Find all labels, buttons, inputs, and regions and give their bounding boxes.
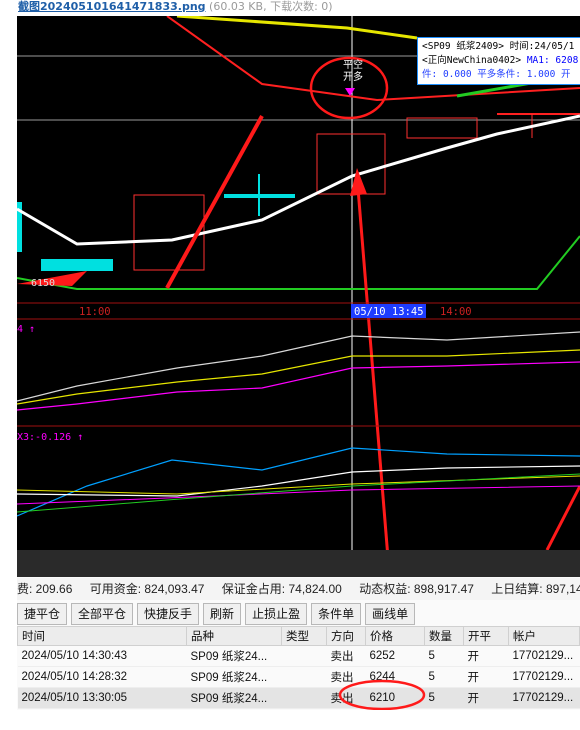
indicator-line-yellow xyxy=(17,349,580,405)
image-filename-link[interactable]: 截图202405101641471833.png xyxy=(18,0,206,13)
candle xyxy=(316,133,386,195)
cell-account: 17702129... xyxy=(508,687,580,709)
close-all-button[interactable]: 全部平仓 xyxy=(71,603,134,625)
indicator-line-green xyxy=(17,473,580,513)
cell-direction: 卖出 xyxy=(326,666,366,688)
action-toolbar: 捷平仓 全部平仓 快捷反手 刷新 止损止盈 条件单 画线单 xyxy=(17,603,419,625)
prev-settlement: 上日结算: 897,147.13 xyxy=(491,582,580,596)
chart-canvas: 平空 开多 6150 11:00 05/10 13:45 14:00 4 ↑ X… xyxy=(17,16,580,550)
annotation-arrow xyxy=(545,485,580,550)
cyan-candle xyxy=(41,259,113,271)
yellow-band-line xyxy=(176,16,418,40)
col-symbol[interactable]: 品种 xyxy=(186,626,282,646)
col-direction[interactable]: 方向 xyxy=(326,626,366,646)
table-row[interactable]: 2024/05/10 14:30:43 SP09 纸浆24... 卖出 6252… xyxy=(17,645,580,667)
cell-price: 6210 xyxy=(365,687,425,709)
annotation-arrow xyxy=(355,175,389,550)
stop-loss-button[interactable]: 止损止盈 xyxy=(245,603,308,625)
cell-symbol: SP09 纸浆24... xyxy=(186,687,282,709)
refresh-button[interactable]: 刷新 xyxy=(203,603,242,625)
quick-close-button[interactable]: 捷平仓 xyxy=(17,603,68,625)
time-tick-1400: 14:00 xyxy=(440,306,472,318)
cell-symbol: SP09 纸浆24... xyxy=(186,645,282,667)
table-row[interactable]: 2024/05/10 13:30:05 SP09 纸浆24... 卖出 6210… xyxy=(17,687,580,709)
margin-used: 保证金占用: 74,824.00 xyxy=(221,582,342,596)
cell-symbol: SP09 纸浆24... xyxy=(186,666,282,688)
cell-price: 6252 xyxy=(365,645,425,667)
cell-type xyxy=(281,687,327,709)
cell-price: 6244 xyxy=(365,666,425,688)
panel3-label: X3:-0.126 ↑ xyxy=(17,432,83,443)
candle xyxy=(406,117,478,139)
cell-openclose: 开 xyxy=(463,687,509,709)
cell-qty: 5 xyxy=(424,645,464,667)
time-cursor-label: 05/10 13:45 xyxy=(354,306,424,318)
cell-time: 2024/05/10 13:30:05 xyxy=(17,687,187,709)
panel-header-strip xyxy=(17,550,580,577)
cell-type xyxy=(281,645,327,667)
col-qty[interactable]: 数量 xyxy=(424,626,464,646)
indicator-line-magenta xyxy=(17,361,580,411)
white-ma-line xyxy=(17,114,580,246)
table-row[interactable]: 2024/05/10 14:28:32 SP09 纸浆24... 卖出 6244… xyxy=(17,666,580,688)
chart-tooltip: <SP09 纸浆2409> 时间:24/05/1 <正向NewChina0402… xyxy=(417,37,580,85)
tooltip-line-1: <SP09 纸浆2409> 时间:24/05/1 xyxy=(422,41,575,52)
image-caption: 截图202405101641471833.png (60.03 KB, 下载次数… xyxy=(18,0,333,16)
tooltip-line-3: 件: 0.000 平多条件: 1.000 开 xyxy=(422,69,571,80)
col-openclose[interactable]: 开平 xyxy=(463,626,509,646)
candle xyxy=(133,194,205,271)
tooltip-ma: MA1: 6208 xyxy=(526,55,579,66)
cell-time: 2024/05/10 14:30:43 xyxy=(17,645,187,667)
col-price[interactable]: 价格 xyxy=(365,626,425,646)
cell-account: 17702129... xyxy=(508,645,580,667)
price-chart[interactable]: 平空 开多 6150 11:00 05/10 13:45 14:00 4 ↑ X… xyxy=(17,16,580,550)
available-funds: 可用资金: 824,093.47 xyxy=(89,582,205,596)
cell-direction: 卖出 xyxy=(326,645,366,667)
fee-value: 费: 209.66 xyxy=(17,582,73,596)
orders-table: 时间 品种 类型 方向 价格 数量 开平 帐户 2024/05/10 14:30… xyxy=(17,626,580,709)
draw-order-button[interactable]: 画线单 xyxy=(365,603,416,625)
time-tick-1100: 11:00 xyxy=(79,306,111,318)
cell-qty: 5 xyxy=(424,666,464,688)
account-summary: 费: 209.66 可用资金: 824,093.47 保证金占用: 74,824… xyxy=(17,578,580,600)
conditional-order-button[interactable]: 条件单 xyxy=(311,603,362,625)
col-time[interactable]: 时间 xyxy=(17,626,187,646)
signal-label-open-long: 开多 xyxy=(343,70,363,83)
cell-openclose: 开 xyxy=(463,666,509,688)
cell-qty: 5 xyxy=(424,687,464,709)
annotation-arrow xyxy=(165,115,264,289)
col-account[interactable]: 帐户 xyxy=(508,626,580,646)
cell-direction: 卖出 xyxy=(326,687,366,709)
tooltip-line-2: <正向NewChina0402> MA1: 6208 xyxy=(422,54,580,68)
col-type[interactable]: 类型 xyxy=(281,626,327,646)
cell-openclose: 开 xyxy=(463,645,509,667)
indicator-line-blue xyxy=(17,447,580,517)
dynamic-equity: 动态权益: 898,917.47 xyxy=(359,582,474,596)
trading-panel: 费: 209.66 可用资金: 824,093.47 保证金占用: 74,824… xyxy=(17,550,580,710)
cell-time: 2024/05/10 14:28:32 xyxy=(17,666,187,688)
image-meta: (60.03 KB, 下载次数: 0) xyxy=(209,0,333,13)
panel2-label: 4 ↑ xyxy=(17,324,35,335)
quick-reverse-button[interactable]: 快捷反手 xyxy=(137,603,200,625)
cell-account: 17702129... xyxy=(508,666,580,688)
cell-type xyxy=(281,666,327,688)
signal-label-close-short: 平空 xyxy=(343,58,363,71)
price-label: 6150 xyxy=(31,278,55,289)
table-header-row: 时间 品种 类型 方向 价格 数量 开平 帐户 xyxy=(17,626,580,646)
tooltip-strategy: <正向NewChina0402> xyxy=(422,55,522,66)
